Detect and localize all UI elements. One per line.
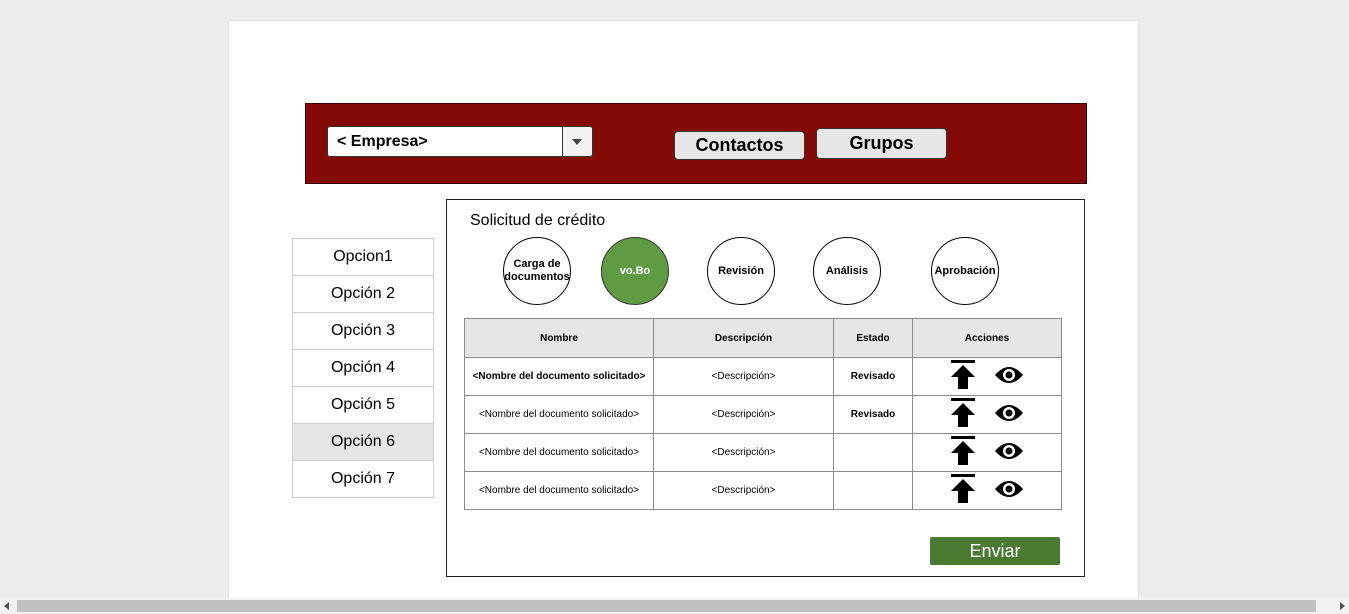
cell-acciones — [912, 395, 1062, 434]
column-header-acciones: Acciones — [912, 318, 1062, 358]
cell-estado: Revisado — [833, 357, 913, 396]
sidebar-item-opcion-2[interactable]: Opción 2 — [293, 276, 433, 313]
groups-button[interactable]: Grupos — [816, 128, 947, 159]
dropdown-button[interactable] — [562, 127, 592, 156]
column-header-estado: Estado — [833, 318, 913, 358]
eye-icon[interactable] — [994, 403, 1024, 426]
sidebar-item-opcion-4[interactable]: Opción 4 — [293, 350, 433, 387]
cell-descripcion: <Descripción> — [653, 433, 834, 472]
cell-nombre: <Nombre del documento solicitado> — [464, 357, 654, 396]
sidebar-item-opcion-1[interactable]: Opcion1 — [293, 239, 433, 276]
scrollbar-thumb[interactable] — [17, 600, 1316, 612]
table-row: <Nombre del documento solicitado> <Descr… — [464, 433, 1062, 472]
cell-descripcion: <Descripción> — [653, 471, 834, 510]
table-row: <Nombre del documento solicitado> <Descr… — [464, 471, 1062, 510]
cell-nombre: <Nombre del documento solicitado> — [464, 433, 654, 472]
eye-icon[interactable] — [994, 479, 1024, 502]
step-revision[interactable]: Revisión — [707, 237, 775, 305]
table-row: <Nombre del documento solicitado> <Descr… — [464, 357, 1062, 396]
chevron-down-icon — [572, 139, 582, 145]
horizontal-scrollbar[interactable] — [0, 598, 1349, 614]
cell-acciones — [912, 433, 1062, 472]
upload-icon[interactable] — [950, 398, 976, 431]
cell-descripcion: <Descripción> — [653, 357, 834, 396]
column-header-nombre: Nombre — [464, 318, 654, 358]
cell-estado — [833, 433, 913, 472]
scroll-left-icon[interactable] — [4, 602, 9, 610]
company-select[interactable]: < Empresa> — [327, 126, 593, 157]
upload-icon[interactable] — [950, 474, 976, 507]
table-header-row: Nombre Descripción Estado Acciones — [464, 318, 1062, 358]
eye-icon[interactable] — [994, 441, 1024, 464]
table-row: <Nombre del documento solicitado> <Descr… — [464, 395, 1062, 434]
column-header-descripcion: Descripción — [653, 318, 834, 358]
cell-descripcion: <Descripción> — [653, 395, 834, 434]
enviar-button[interactable]: Enviar — [930, 537, 1060, 565]
scroll-right-icon[interactable] — [1340, 602, 1345, 610]
contacts-button[interactable]: Contactos — [674, 131, 805, 160]
sidebar-item-opcion-5[interactable]: Opción 5 — [293, 387, 433, 424]
cell-nombre: <Nombre del documento solicitado> — [464, 471, 654, 510]
sidebar-item-opcion-3[interactable]: Opción 3 — [293, 313, 433, 350]
upload-icon[interactable] — [950, 436, 976, 469]
sidebar-menu: Opcion1 Opción 2 Opción 3 Opción 4 Opció… — [292, 238, 434, 498]
cell-estado: Revisado — [833, 395, 913, 434]
cell-nombre: <Nombre del documento solicitado> — [464, 395, 654, 434]
eye-icon[interactable] — [994, 365, 1024, 388]
sidebar-item-opcion-6[interactable]: Opción 6 — [293, 424, 433, 461]
upload-icon[interactable] — [950, 360, 976, 393]
cell-estado — [833, 471, 913, 510]
step-vobo[interactable]: vo.Bo — [601, 237, 669, 305]
cell-acciones — [912, 471, 1062, 510]
step-carga-documentos[interactable]: Carga de documentos — [503, 237, 571, 305]
step-aprobacion[interactable]: Aprobación — [931, 237, 999, 305]
step-analisis[interactable]: Análisis — [813, 237, 881, 305]
sidebar-item-opcion-7[interactable]: Opción 7 — [293, 461, 433, 497]
cell-acciones — [912, 357, 1062, 396]
company-select-value: < Empresa> — [337, 133, 428, 150]
documents-table: Nombre Descripción Estado Acciones <Nomb… — [464, 318, 1062, 510]
panel-title: Solicitud de crédito — [470, 212, 606, 229]
